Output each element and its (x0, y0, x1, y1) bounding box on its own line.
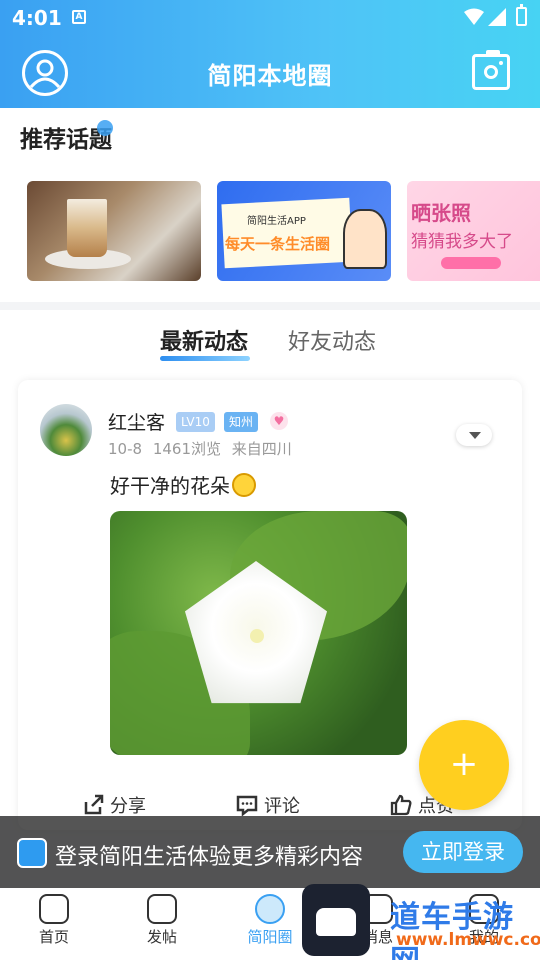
login-banner: 登录简阳生活体验更多精彩内容 立即登录 (0, 816, 540, 888)
app-logo-icon (17, 838, 47, 868)
plus-icon: + (449, 744, 479, 784)
avatar[interactable] (40, 404, 92, 456)
topic-card-caption-small: 简阳生活APP (247, 216, 306, 227)
topic-card-photo[interactable]: 晒张照 猜猜我多大了 (407, 181, 540, 281)
topic-card-caption: 猜猜我多大了 (411, 232, 513, 252)
thumbs-up-icon (390, 794, 412, 816)
tab-latest[interactable]: 最新动态 (160, 324, 248, 356)
app-header: 4:01 A 简阳本地圈 (0, 0, 540, 108)
post-date: 10-8 (108, 440, 143, 458)
post-icon (147, 894, 177, 924)
chevron-down-icon[interactable] (456, 424, 492, 446)
battery-icon (516, 4, 527, 26)
topic-card-coffee[interactable] (27, 181, 201, 281)
tab-friends[interactable]: 好友动态 (288, 324, 376, 356)
share-icon (84, 794, 104, 815)
comment-button[interactable]: 评论 (236, 792, 300, 818)
watermark: 道车手游网 www.lmwwc.com (302, 880, 540, 960)
login-button[interactable]: 立即登录 (403, 831, 523, 873)
status-bar: 4:01 A (0, 0, 540, 34)
nav-item-post[interactable]: 发帖 (122, 894, 202, 947)
rank-badge: 知州 (224, 412, 259, 432)
nav-item-home[interactable]: 首页 (14, 894, 94, 947)
post-location: 来自四川 (231, 440, 292, 458)
page-title: 简阳本地圈 (207, 62, 333, 90)
wifi-icon (464, 8, 484, 25)
signal-icon (488, 8, 506, 26)
heart-icon: ♥ (270, 412, 288, 430)
section-title: 推荐话题 (20, 120, 113, 154)
recommended-topics-section: 推荐话题 简阳生活APP 每天一条生活圈 晒张照 猜猜我多大了 (0, 108, 540, 302)
topic-card-daily[interactable]: 简阳生活APP 每天一条生活圈 (217, 181, 391, 281)
circle-icon (255, 894, 285, 924)
level-badge: LV10 (176, 412, 215, 432)
camera-button[interactable] (472, 50, 510, 90)
status-time: 4:01 (12, 6, 62, 30)
topic-badge-icon (97, 120, 113, 136)
watermark-url: www.lmwwc.com (396, 930, 540, 950)
topic-card-caption: 晒张照 (411, 201, 471, 225)
share-button[interactable]: 分享 (82, 792, 146, 818)
home-icon (39, 894, 69, 924)
post-image[interactable] (110, 511, 407, 755)
nav-item-circle[interactable]: 简阳圈 (230, 894, 310, 947)
accessibility-icon: A (72, 10, 86, 24)
login-prompt-text: 登录简阳生活体验更多精彩内容 (55, 845, 364, 870)
smile-emoji-icon (232, 473, 256, 497)
topic-card-caption: 每天一条生活圈 (225, 235, 331, 253)
camera-icon (486, 50, 500, 54)
comment-icon (236, 795, 258, 816)
post-text: 好干净的花朵 (110, 470, 256, 499)
post-views: 1461浏览 (152, 440, 222, 458)
cartoon-kid-image (343, 209, 387, 269)
add-post-button[interactable]: + (419, 720, 509, 810)
active-tab-indicator (160, 356, 250, 361)
post-username[interactable]: 红尘客 (108, 408, 165, 435)
car-logo-icon (302, 884, 370, 956)
post-meta: 10-8 1461浏览 来自四川 (108, 438, 298, 459)
coffee-cup-image (67, 199, 107, 257)
